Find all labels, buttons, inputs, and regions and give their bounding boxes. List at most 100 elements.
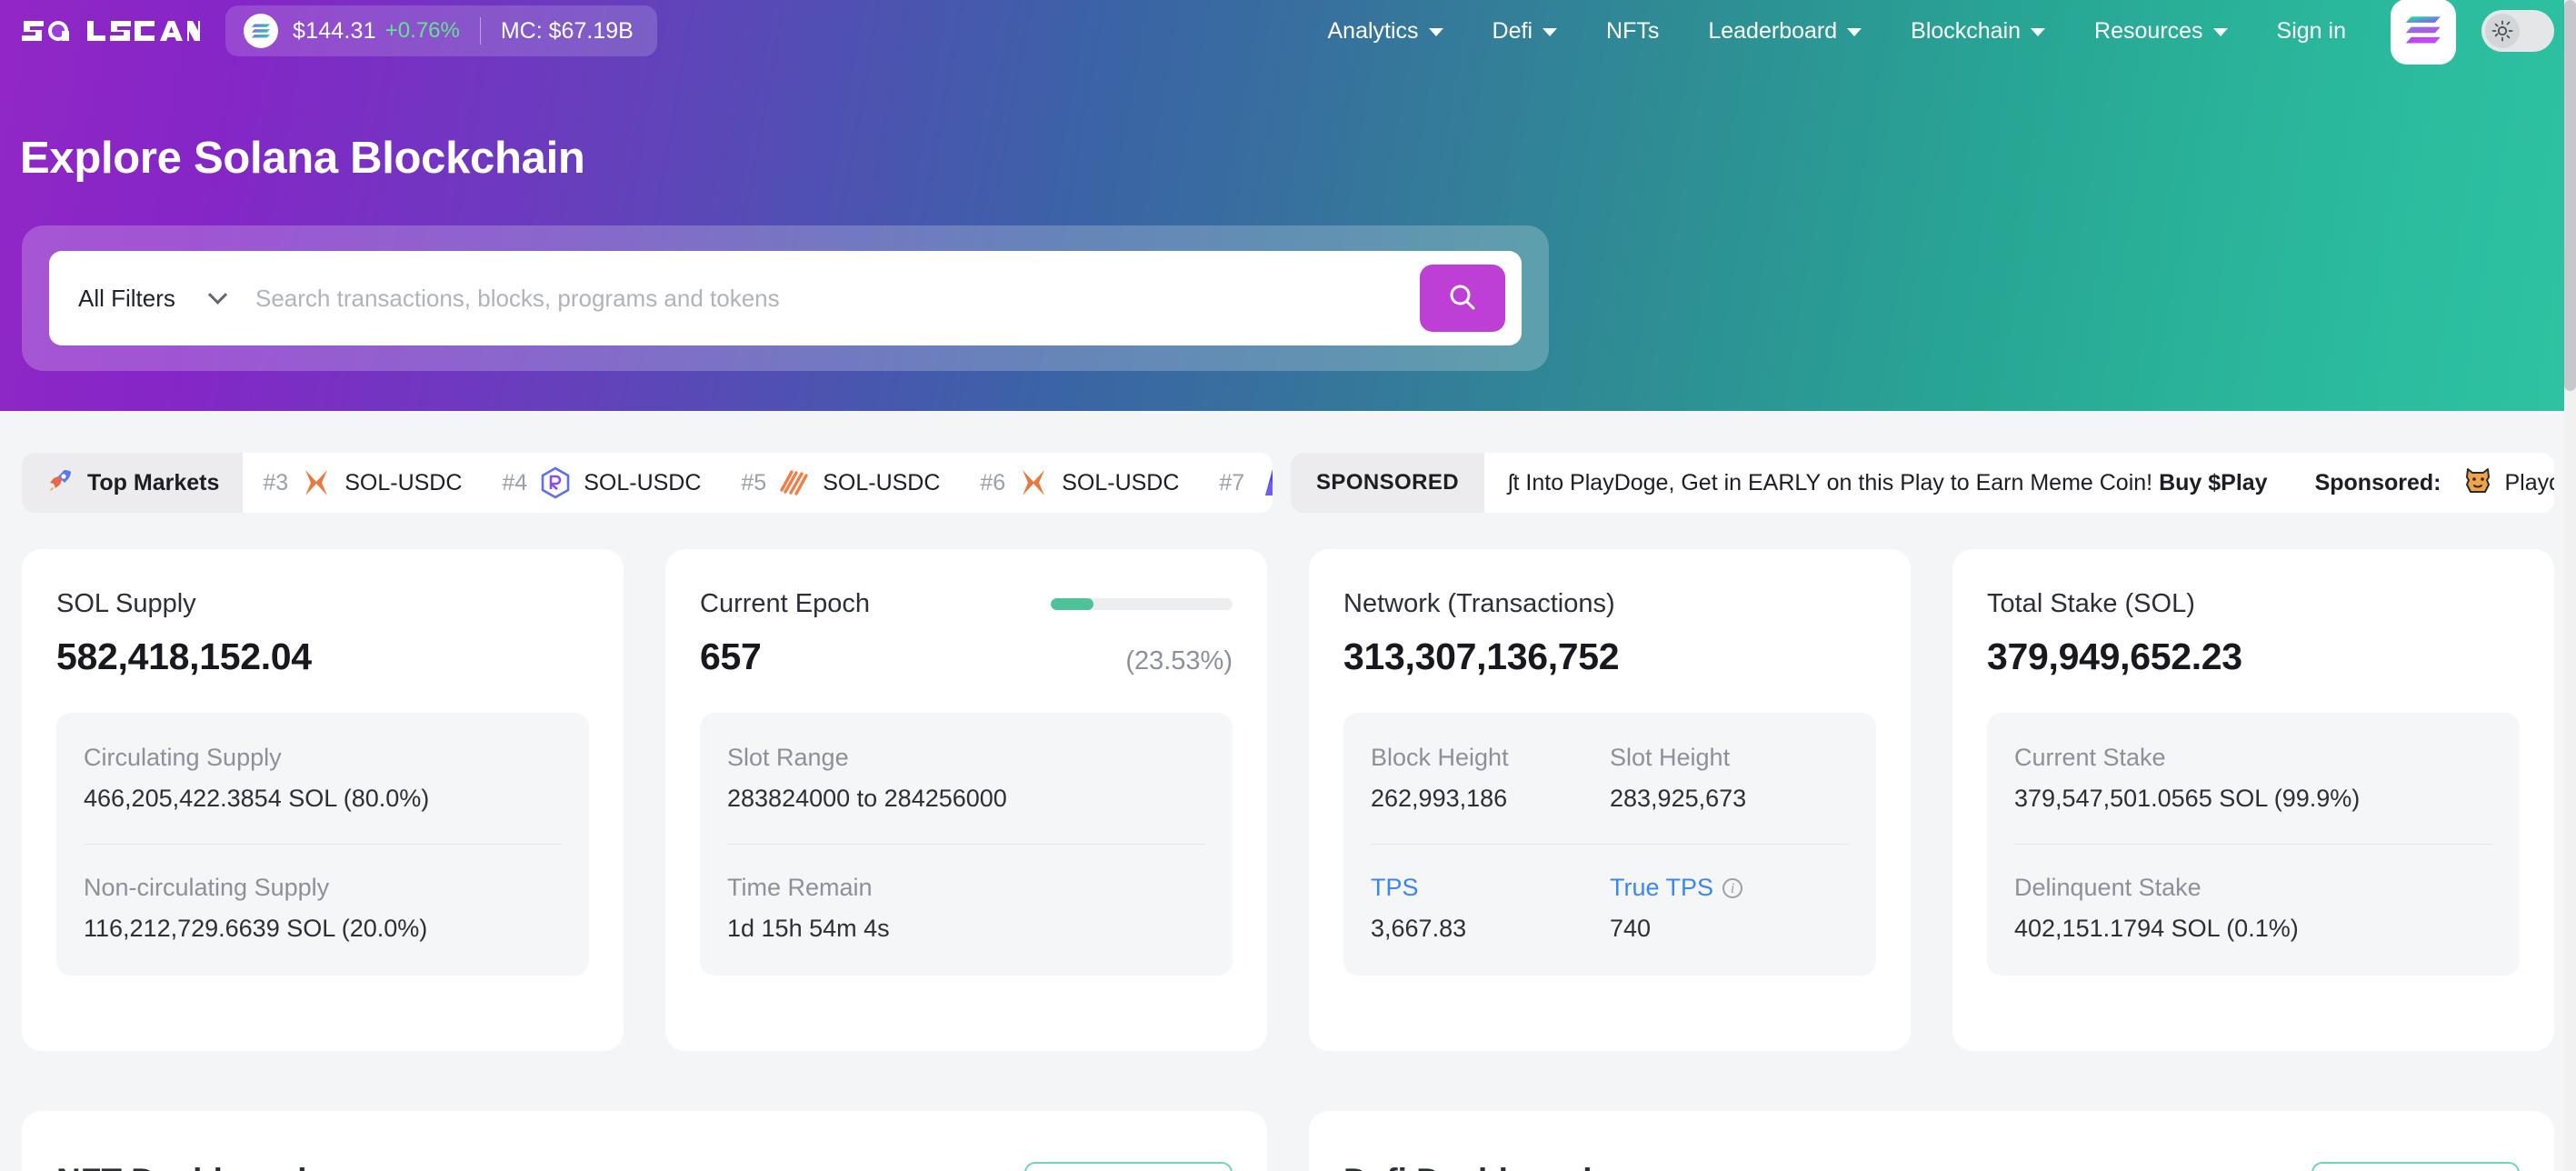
- true-tps-label: True TPS: [1610, 874, 1713, 902]
- market-item[interactable]: #3 SOL-USDC: [243, 453, 482, 513]
- sponsored-message[interactable]: ʃt Into PlayDoge, Get in EARLY on this P…: [1484, 470, 2268, 496]
- search-filter-select[interactable]: All Filters: [49, 251, 245, 345]
- detail-label: Current Stake: [2014, 744, 2492, 772]
- sponsored-badge[interactable]: SPONSORED: [1291, 453, 1484, 513]
- detail-label: Circulating Supply: [84, 744, 562, 772]
- page-scrollbar[interactable]: [2564, 0, 2576, 1171]
- detail-label: Block Height: [1371, 744, 1610, 772]
- info-icon[interactable]: i: [1722, 878, 1742, 898]
- playdoge-icon: [2461, 464, 2494, 503]
- card-value: 582,418,152.04: [56, 636, 312, 678]
- chevron-down-icon: [2031, 28, 2045, 36]
- orca-stripes-icon: [778, 466, 811, 499]
- market-rank: #3: [263, 470, 288, 496]
- detail-slot-height: Slot Height 283,925,673: [1610, 744, 1849, 813]
- divider: [84, 844, 562, 845]
- sponsored-cta[interactable]: Buy $Play: [2159, 470, 2268, 495]
- visit-nft-dashboard-button[interactable]: Visit Dashboard: [1024, 1162, 1233, 1171]
- card-sol-supply: SOL Supply 582,418,152.04 Circulating Su…: [22, 549, 624, 1051]
- nav-item-label: Resources: [2094, 18, 2203, 45]
- card-header: Current Epoch: [700, 589, 1233, 619]
- card-details: Current Stake 379,547,501.0565 SOL (99.9…: [1987, 713, 2520, 976]
- sol-price-change: +0.76%: [385, 18, 460, 44]
- market-rank: #7: [1219, 470, 1244, 496]
- search-button[interactable]: [1420, 265, 1505, 332]
- top-markets-ticker: Top Markets #3 SOL-USDC #4 SOL-USDC: [22, 453, 1273, 513]
- detail-delinquent-stake: Delinquent Stake 402,151.1794 SOL (0.1%): [2014, 874, 2492, 943]
- detail-label: Slot Range: [727, 744, 1205, 772]
- detail-row-heights: Block Height 262,993,186 Slot Height 283…: [1371, 744, 1849, 813]
- nav-item-leaderboard[interactable]: Leaderboard: [1683, 0, 1886, 62]
- dashboard-cards-row: NFT Dashboard Visit Dashboard Defi Dashb…: [22, 1111, 2554, 1171]
- market-pair: SOL-USDC: [1062, 470, 1179, 496]
- chevron-down-icon: [1543, 28, 1557, 36]
- card-value: 379,949,652.23: [1987, 636, 2242, 678]
- sponsored-by-label: Sponsored:: [2268, 470, 2441, 496]
- detail-value: 1d 15h 54m 4s: [727, 915, 1205, 943]
- sol-price-pill[interactable]: $144.31 +0.76% MC: $67.19B: [225, 5, 657, 56]
- nav-item-defi[interactable]: Defi: [1468, 0, 1582, 62]
- nav-item-blockchain[interactable]: Blockchain: [1886, 0, 2070, 62]
- chevron-down-icon: [1429, 28, 1443, 36]
- defi-dashboard-title: Defi Dashboard: [1343, 1162, 1592, 1171]
- chevron-down-icon: [2213, 28, 2228, 36]
- detail-value: 466,205,422.3854 SOL (80.0%): [84, 785, 562, 813]
- search-icon: [1446, 281, 1479, 316]
- nav-item-nfts[interactable]: NFTs: [1582, 0, 1683, 62]
- card-title: Total Stake (SOL): [1987, 589, 2195, 619]
- divider: [1371, 844, 1849, 845]
- chevron-down-icon: [208, 285, 227, 304]
- solana-network-button[interactable]: [2391, 0, 2456, 65]
- sponsored-banner: SPONSORED ʃt Into PlayDoge, Get in EARLY…: [1291, 453, 2554, 513]
- search-filter-label: All Filters: [78, 285, 175, 313]
- market-item[interactable]: #6 SOL-USDC: [960, 453, 1199, 513]
- market-cap-value: MC: $67.19B: [501, 18, 634, 45]
- market-pair: SOL-USDC: [584, 470, 701, 496]
- nav-item-resources[interactable]: Resources: [2070, 0, 2252, 62]
- visit-defi-dashboard-button[interactable]: Visit Dashboard: [2311, 1162, 2520, 1171]
- detail-row-tps: TPS 3,667.83 True TPS i 740: [1371, 874, 1849, 943]
- top-markets-label: Top Markets: [87, 470, 219, 496]
- detail-tps: TPS 3,667.83: [1371, 874, 1610, 943]
- tps-link[interactable]: TPS: [1371, 874, 1610, 902]
- page-title: Explore Solana Blockchain: [20, 133, 585, 184]
- true-tps-link[interactable]: True TPS i: [1610, 874, 1849, 902]
- market-item[interactable]: #4 SOL-USDC: [482, 453, 721, 513]
- card-current-epoch: Current Epoch 657 (23.53%) Slot Range 28…: [665, 549, 1267, 1051]
- detail-label: Time Remain: [727, 874, 1205, 902]
- divider: [727, 844, 1205, 845]
- nav-item-label: Defi: [1493, 18, 1533, 45]
- theme-toggle[interactable]: [2481, 10, 2554, 52]
- scrollbar-thumb[interactable]: [2564, 0, 2576, 391]
- solscan-logo[interactable]: SOLSCAN: [22, 10, 200, 52]
- card-header: Total Stake (SOL): [1987, 589, 2520, 619]
- ticker-row: Top Markets #3 SOL-USDC #4 SOL-USDC: [0, 447, 2576, 518]
- card-value-row: 313,307,136,752: [1343, 636, 1876, 678]
- card-value-row: 657 (23.53%): [700, 636, 1233, 678]
- meteora-icon: [1256, 466, 1273, 499]
- card-nft-dashboard: NFT Dashboard Visit Dashboard: [22, 1111, 1267, 1171]
- card-value: 657: [700, 636, 762, 678]
- card-defi-dashboard: Defi Dashboard Visit Dashboard: [1309, 1111, 2554, 1171]
- stat-cards-row: SOL Supply 582,418,152.04 Circulating Su…: [22, 549, 2554, 1051]
- detail-circulating-supply: Circulating Supply 466,205,422.3854 SOL …: [84, 744, 562, 813]
- market-item[interactable]: #5 SOL-USDC: [721, 453, 960, 513]
- market-rank: #5: [741, 470, 766, 496]
- search-input[interactable]: [245, 257, 1420, 339]
- sign-in-button[interactable]: Sign in: [2252, 0, 2371, 62]
- solscan-wordmark-icon: [22, 15, 200, 46]
- solana-coin-icon: [244, 14, 278, 48]
- market-rank: #4: [502, 470, 527, 496]
- orbit-x-icon: [1017, 466, 1050, 499]
- market-item[interactable]: #7 SOL-USDC: [1199, 453, 1273, 513]
- sponsored-advertiser[interactable]: Playdoge: Trad: [2441, 464, 2555, 503]
- nav-item-label: Leaderboard: [1708, 18, 1837, 45]
- market-pair: SOL-USDC: [823, 470, 940, 496]
- top-markets-chip[interactable]: Top Markets: [22, 453, 243, 513]
- nav-item-analytics[interactable]: Analytics: [1303, 0, 1468, 62]
- market-rank: #6: [980, 470, 1005, 496]
- card-details: Slot Range 283824000 to 284256000 Time R…: [700, 713, 1233, 976]
- detail-time-remain: Time Remain 1d 15h 54m 4s: [727, 874, 1205, 943]
- nav-item-label: Analytics: [1328, 18, 1419, 45]
- detail-block-height: Block Height 262,993,186: [1371, 744, 1610, 813]
